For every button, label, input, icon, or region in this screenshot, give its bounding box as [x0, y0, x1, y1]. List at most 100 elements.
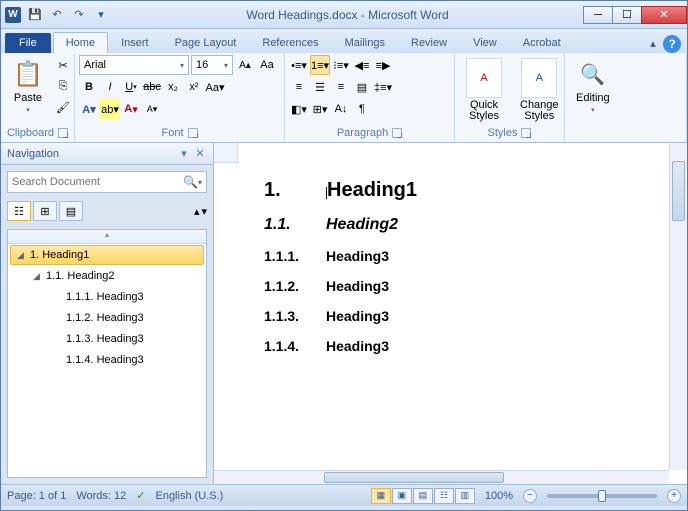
justify-button[interactable]: ▤ [352, 77, 372, 97]
nav-pages-view[interactable]: ⊞ [33, 201, 57, 221]
hscroll-thumb[interactable] [324, 472, 504, 483]
shrink-font-button[interactable]: A▾ [142, 99, 162, 119]
undo-button[interactable]: ↶ [47, 5, 67, 25]
strikethrough-button[interactable]: abc [142, 77, 162, 97]
horizontal-scrollbar[interactable] [214, 470, 669, 484]
italic-button[interactable]: I [100, 77, 120, 97]
nav-results-view[interactable]: ▤ [59, 201, 83, 221]
proofing-icon[interactable]: ✓ [136, 489, 145, 502]
draft-view[interactable]: ▥ [455, 488, 475, 504]
nav-prev-button[interactable]: ▴ [194, 205, 200, 218]
nav-next-button[interactable]: ▾ [201, 205, 207, 218]
quick-styles-button[interactable]: A Quick Styles [459, 55, 509, 125]
align-left-button[interactable]: ≡ [289, 77, 309, 97]
paragraph-launcher[interactable] [392, 128, 402, 138]
change-styles-button[interactable]: A Change Styles [513, 55, 566, 125]
app-icon[interactable]: W [5, 7, 21, 23]
paste-button[interactable]: 📋 Paste ▾ [5, 55, 51, 117]
tab-insert[interactable]: Insert [108, 32, 162, 53]
tab-view[interactable]: View [460, 32, 510, 53]
font-size-combo[interactable]: 16▾ [191, 55, 233, 75]
superscript-button[interactable]: x² [184, 77, 204, 97]
save-button[interactable]: 💾 [25, 5, 45, 25]
nav-menu-button[interactable]: ▾ [177, 147, 191, 161]
customize-qat-button[interactable]: ▾ [91, 5, 111, 25]
subscript-button[interactable]: x₂ [163, 77, 183, 97]
tab-mailings[interactable]: Mailings [332, 32, 398, 53]
sort-button[interactable]: A↓ [331, 99, 351, 119]
text-effects-button[interactable]: A▾ [79, 99, 99, 119]
heading-line[interactable]: 1.1.4.Heading3 [264, 338, 663, 354]
search-icon[interactable]: 🔍 [183, 175, 198, 189]
styles-launcher[interactable] [521, 128, 531, 138]
editing-button[interactable]: 🔍 Editing ▾ [569, 55, 617, 117]
vscroll-thumb[interactable] [672, 161, 685, 221]
shading-button[interactable]: ◧▾ [289, 99, 309, 119]
nav-scroll-up[interactable]: ▴ [8, 230, 206, 244]
zoom-out-button[interactable]: − [523, 489, 537, 503]
help-icon[interactable]: ? [663, 35, 681, 53]
bold-button[interactable]: B [79, 77, 99, 97]
font-launcher[interactable] [188, 128, 198, 138]
heading-line[interactable]: 1.1.Heading2 [264, 216, 663, 234]
tab-page-layout[interactable]: Page Layout [162, 32, 250, 53]
align-right-button[interactable]: ≡ [331, 77, 351, 97]
bullets-button[interactable]: •≡▾ [289, 55, 309, 75]
zoom-knob[interactable] [598, 490, 606, 502]
close-button[interactable]: ✕ [641, 6, 687, 24]
numbering-button[interactable]: 1≡▾ [310, 55, 330, 75]
nav-item[interactable]: 1.1.4. Heading3 [10, 350, 204, 370]
copy-button[interactable]: ⎘ [53, 76, 73, 96]
clipboard-launcher[interactable] [58, 128, 68, 138]
change-case-button[interactable]: Aa▾ [205, 77, 225, 97]
page-status[interactable]: Page: 1 of 1 [7, 490, 66, 502]
minimize-button[interactable]: ─ [583, 6, 613, 24]
underline-button[interactable]: U▾ [121, 77, 141, 97]
heading-line[interactable]: 1.1.1.Heading3 [264, 248, 663, 264]
borders-button[interactable]: ⊞▾ [310, 99, 330, 119]
multilevel-list-button[interactable]: ⁝≡▾ [331, 55, 351, 75]
clear-formatting-button[interactable]: Aa [257, 55, 277, 75]
expand-icon[interactable]: ◢ [17, 250, 27, 261]
heading-line[interactable]: 1.Heading1 [264, 179, 663, 202]
tab-review[interactable]: Review [398, 32, 460, 53]
full-screen-view[interactable]: ▣ [392, 488, 412, 504]
minimize-ribbon-button[interactable]: ▴ [643, 33, 663, 53]
language-status[interactable]: English (U.S.) [155, 490, 223, 502]
align-center-button[interactable]: ☰ [310, 77, 330, 97]
search-input[interactable] [12, 176, 183, 188]
zoom-slider[interactable] [547, 494, 657, 498]
nav-item[interactable]: 1.1.2. Heading3 [10, 308, 204, 328]
vertical-scrollbar[interactable] [669, 143, 687, 470]
heading-line[interactable]: 1.1.3.Heading3 [264, 308, 663, 324]
nav-item[interactable]: ◢1. Heading1 [10, 245, 204, 265]
format-painter-button[interactable]: 🖌 [53, 97, 73, 117]
zoom-in-button[interactable]: + [667, 489, 681, 503]
maximize-button[interactable]: ☐ [612, 6, 642, 24]
document-area[interactable]: ⊟ 1.Heading11.1.Heading21.1.1.Heading31.… [214, 143, 687, 484]
font-color-button[interactable]: A▾ [121, 99, 141, 119]
font-name-combo[interactable]: Arial▾ [79, 55, 189, 75]
heading-line[interactable]: 1.1.2.Heading3 [264, 278, 663, 294]
tab-acrobat[interactable]: Acrobat [510, 32, 574, 53]
decrease-indent-button[interactable]: ◀≡ [352, 55, 372, 75]
nav-item[interactable]: 1.1.1. Heading3 [10, 287, 204, 307]
word-count[interactable]: Words: 12 [76, 490, 126, 502]
nav-item[interactable]: ◢1.1. Heading2 [10, 266, 204, 286]
highlight-button[interactable]: ab▾ [100, 99, 120, 119]
expand-icon[interactable]: ◢ [33, 271, 43, 282]
print-layout-view[interactable]: ▦ [371, 488, 391, 504]
nav-close-button[interactable]: ✕ [193, 147, 207, 161]
outline-view[interactable]: ☷ [434, 488, 454, 504]
increase-indent-button[interactable]: ≡▶ [373, 55, 393, 75]
nav-item[interactable]: 1.1.3. Heading3 [10, 329, 204, 349]
tab-references[interactable]: References [249, 32, 331, 53]
cut-button[interactable]: ✂ [53, 55, 73, 75]
nav-headings-view[interactable]: ☷ [7, 201, 31, 221]
show-marks-button[interactable]: ¶ [352, 99, 372, 119]
line-spacing-button[interactable]: ‡≡▾ [373, 77, 393, 97]
grow-font-button[interactable]: A▴ [235, 55, 255, 75]
search-box[interactable]: 🔍▾ [7, 171, 207, 193]
web-layout-view[interactable]: ▤ [413, 488, 433, 504]
redo-button[interactable]: ↷ [69, 5, 89, 25]
